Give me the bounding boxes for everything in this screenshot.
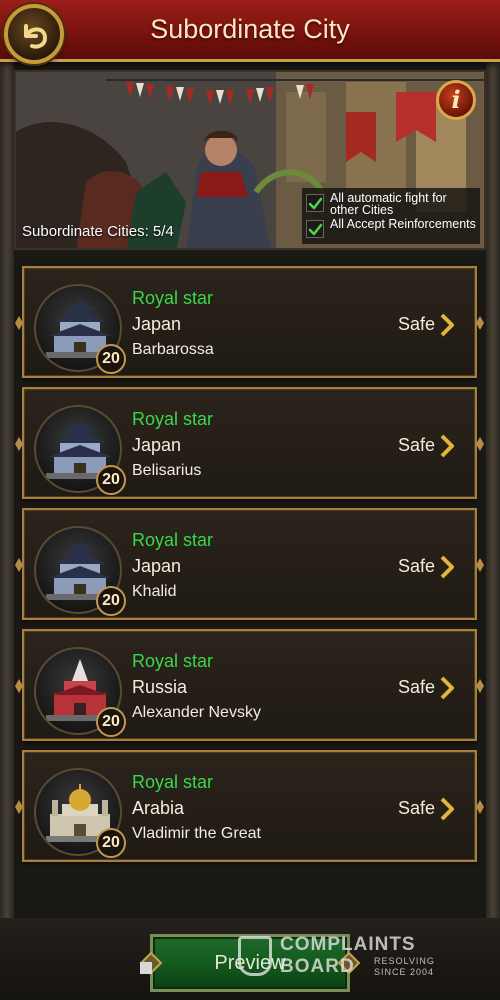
city-level-badge: 20 [96,344,126,374]
watermark-line1: COMPLAINTS [280,934,416,955]
auto-fight-label: All automatic fight for other Cities [330,191,447,217]
city-status: Safe [398,556,436,576]
accept-reinforcements-checkbox[interactable] [306,220,324,238]
chevron-right-icon [440,555,454,579]
info-button[interactable]: i [436,80,476,120]
watermark-line2: BOARD [280,956,355,977]
city-level-badge: 20 [96,707,126,737]
checkmark-icon [308,223,323,236]
header-bar: Subordinate City [0,0,500,62]
accept-reinforcements-label: All Accept Reinforcements [330,217,476,231]
chevron-right-icon [440,797,454,821]
lord-name: Khalid [132,583,177,600]
info-icon: i [451,85,461,114]
city-card[interactable]: 20 Royal star Arabia Vladimir the Great … [22,750,477,862]
country-name: Japan [132,435,182,455]
left-frame-pillar [0,60,14,1000]
country-name: Japan [132,556,182,576]
lord-name: Belisarius [132,462,202,479]
alliance-name: Royal star [132,651,214,671]
option-auto-fight[interactable]: All automatic fight for other Cities [306,192,478,216]
country-name: Arabia [132,798,185,818]
city-level-badge: 20 [96,828,126,858]
lord-name: Barbarossa [132,341,214,358]
page-title: Subordinate City [150,14,350,44]
alliance-name: Royal star [132,530,214,550]
city-card[interactable]: 20 Royal star Japan Belisarius Safe [22,387,477,499]
watermark: COMPLAINTS BOARD RESOLVING SINCE 2004 [238,934,458,984]
chevron-right-icon [440,434,454,458]
country-name: Japan [132,314,182,334]
city-list: 20 Royal star Japan Barbarossa Safe 20 R… [14,258,486,918]
city-status: Safe [398,314,436,334]
country-name: Russia [132,677,188,697]
city-card[interactable]: 20 Royal star Japan Khalid Safe [22,508,477,620]
right-frame-pillar [486,60,500,1000]
back-button[interactable] [4,4,64,64]
lord-name: Alexander Nevsky [132,704,261,721]
lord-name: Vladimir the Great [132,825,261,842]
city-level-badge: 20 [96,586,126,616]
page-indicator-square [140,962,152,974]
back-arrow-icon [24,24,48,49]
auto-options-panel: All automatic fight for other Cities All… [302,188,480,244]
option-accept-reinforcements[interactable]: All Accept Reinforcements [306,218,478,238]
auto-fight-checkbox[interactable] [306,194,324,212]
city-level-badge: 20 [96,465,126,495]
shield-logo-icon [238,936,272,976]
city-card[interactable]: 20 Royal star Russia Alexander Nevsky Sa… [22,629,477,741]
city-card[interactable]: 20 Royal star Japan Barbarossa Safe [22,266,477,378]
city-status: Safe [398,435,436,455]
hero-banner: i Subordinate Cities: 5/4 All automatic … [14,70,486,250]
checkmark-icon [308,197,323,210]
city-status: Safe [398,798,436,818]
watermark-line3: RESOLVING SINCE 2004 [374,956,435,977]
alliance-name: Royal star [132,409,214,429]
alliance-name: Royal star [132,288,214,308]
alliance-name: Royal star [132,772,214,792]
subordinate-count: Subordinate Cities: 5/4 [22,223,174,240]
chevron-right-icon [440,313,454,337]
city-status: Safe [398,677,436,697]
chevron-right-icon [440,676,454,700]
